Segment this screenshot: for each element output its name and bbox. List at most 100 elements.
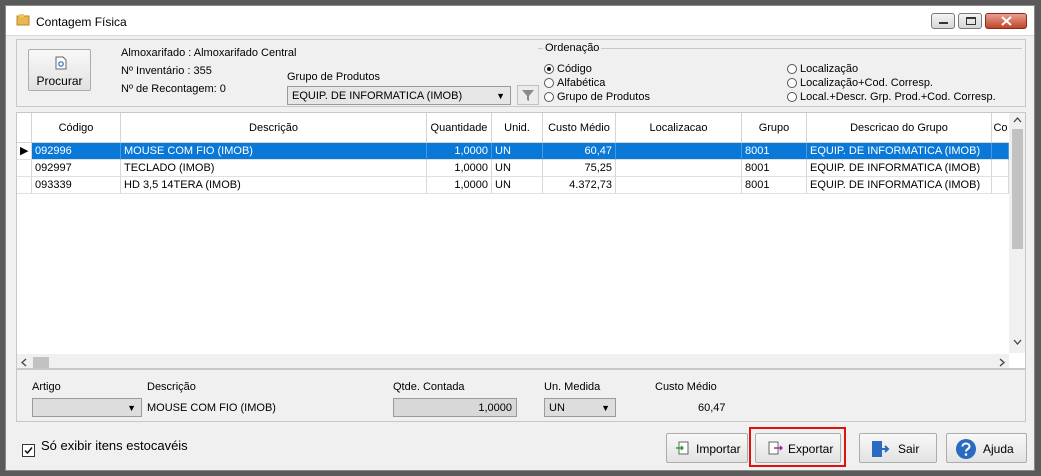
cell-co bbox=[992, 143, 1009, 160]
un-medida-select[interactable]: UN ▼ bbox=[544, 398, 616, 417]
cell-localizacao bbox=[616, 143, 742, 160]
col-unid[interactable]: Unid. bbox=[492, 113, 543, 143]
detail-panel: Artigo ▼ Descrição MOUSE COM FIO (IMOB) … bbox=[16, 368, 1026, 422]
radio-codigo[interactable]: Código bbox=[544, 63, 592, 75]
filter-icon bbox=[522, 90, 534, 101]
cell-quantidade: 1,0000 bbox=[427, 160, 492, 177]
radio-local-descr-label: Local.+Descr. Grp. Prod.+Cod. Corresp. bbox=[800, 91, 996, 103]
importar-label: Importar bbox=[696, 442, 741, 456]
radio-icon bbox=[544, 92, 554, 102]
qtde-contada-value: 1,0000 bbox=[478, 402, 512, 414]
col-grupo[interactable]: Grupo bbox=[742, 113, 807, 143]
inventario-text: Nº Inventário : 355 bbox=[121, 65, 212, 77]
procurar-label: Procurar bbox=[36, 74, 83, 88]
sair-button[interactable]: Sair bbox=[859, 433, 937, 463]
sair-label: Sair bbox=[898, 442, 920, 456]
col-codigo[interactable]: Código bbox=[32, 113, 121, 143]
col-localizacao[interactable]: Localizacao bbox=[616, 113, 742, 143]
qtde-contada-input[interactable]: 1,0000 bbox=[393, 398, 517, 417]
cell-unid: UN bbox=[492, 143, 543, 160]
minimize-icon bbox=[939, 22, 948, 24]
cell-codigo: 092997 bbox=[32, 160, 121, 177]
radio-grupo-label: Grupo de Produtos bbox=[557, 91, 650, 103]
row-indicator-header bbox=[17, 113, 32, 143]
cell-localizacao bbox=[616, 160, 742, 177]
grupo-produtos-label: Grupo de Produtos bbox=[287, 71, 380, 83]
descricao-value: MOUSE COM FIO (IMOB) bbox=[147, 402, 276, 414]
qtde-contada-label: Qtde. Contada bbox=[393, 381, 465, 393]
ajuda-button[interactable]: Ajuda bbox=[946, 433, 1027, 463]
recontagem-text: Nº de Recontagem: 0 bbox=[121, 83, 226, 95]
artigo-select[interactable]: ▼ bbox=[32, 398, 142, 417]
procurar-button[interactable]: Procurar bbox=[28, 49, 91, 91]
current-row-icon: ▶ bbox=[17, 143, 32, 160]
importar-button[interactable]: Importar bbox=[666, 433, 748, 463]
vertical-scrollbar[interactable] bbox=[1009, 113, 1025, 353]
radio-localizacao-label: Localização bbox=[800, 63, 859, 75]
row-indicator bbox=[17, 160, 32, 177]
maximize-icon bbox=[966, 17, 976, 25]
chevron-down-icon: ▼ bbox=[601, 403, 610, 413]
estocaveis-checkbox[interactable] bbox=[22, 444, 35, 457]
table-row[interactable]: 093339 HD 3,5 14TERA (IMOB) 1,0000 UN 4.… bbox=[17, 177, 1009, 194]
table-row[interactable]: 092997 TECLADO (IMOB) 1,0000 UN 75,25 80… bbox=[17, 160, 1009, 177]
radio-alfabetica-label: Alfabética bbox=[557, 77, 606, 89]
cell-unid: UN bbox=[492, 160, 543, 177]
cell-co bbox=[992, 177, 1009, 194]
maximize-button[interactable] bbox=[958, 13, 982, 29]
close-icon bbox=[1001, 16, 1012, 26]
cell-custo: 75,25 bbox=[543, 160, 616, 177]
chevron-down-icon: ▼ bbox=[127, 403, 136, 413]
cell-codigo: 092996 bbox=[32, 143, 121, 160]
minimize-button[interactable] bbox=[931, 13, 955, 29]
custo-medio-label: Custo Médio bbox=[655, 381, 717, 393]
cell-desc-grupo: EQUIP. DE INFORMATICA (IMOB) bbox=[807, 177, 992, 194]
exit-door-icon bbox=[872, 441, 890, 457]
col-descricao-grupo[interactable]: Descricao do Grupo bbox=[807, 113, 992, 143]
un-medida-value: UN bbox=[549, 402, 565, 414]
vertical-scrollbar-graphic bbox=[1012, 117, 1023, 345]
cell-descricao: TECLADO (IMOB) bbox=[121, 160, 427, 177]
radio-localizacao[interactable]: Localização bbox=[787, 63, 858, 75]
close-button[interactable] bbox=[985, 13, 1027, 29]
cell-descricao: HD 3,5 14TERA (IMOB) bbox=[121, 177, 427, 194]
col-co[interactable]: Co bbox=[992, 113, 1009, 143]
col-descricao[interactable]: Descrição bbox=[121, 113, 427, 143]
radio-icon bbox=[544, 78, 554, 88]
cell-grupo: 8001 bbox=[742, 177, 807, 194]
filter-button[interactable] bbox=[517, 85, 539, 105]
radio-grupo-produtos[interactable]: Grupo de Produtos bbox=[544, 91, 650, 103]
cell-grupo: 8001 bbox=[742, 160, 807, 177]
radio-selected-icon bbox=[544, 64, 554, 74]
help-icon bbox=[956, 439, 976, 459]
import-icon bbox=[676, 441, 689, 455]
radio-icon bbox=[787, 64, 797, 74]
col-quantidade[interactable]: Quantidade bbox=[427, 113, 492, 143]
table-row[interactable]: ▶ 092996 MOUSE COM FIO (IMOB) 1,0000 UN … bbox=[17, 143, 1009, 160]
cell-co bbox=[992, 160, 1009, 177]
items-grid[interactable]: Código Descrição Quantidade Unid. Custo … bbox=[16, 112, 1026, 370]
app-folder-icon bbox=[16, 14, 30, 26]
cell-codigo: 093339 bbox=[32, 177, 121, 194]
cell-desc-grupo: EQUIP. DE INFORMATICA (IMOB) bbox=[807, 143, 992, 160]
custo-medio-value: 60,47 bbox=[698, 402, 726, 414]
col-custo-medio[interactable]: Custo Médio bbox=[543, 113, 616, 143]
radio-localizacao-cod[interactable]: Localização+Cod. Corresp. bbox=[787, 77, 933, 89]
cell-localizacao bbox=[616, 177, 742, 194]
cell-custo: 60,47 bbox=[543, 143, 616, 160]
window-title: Contagem Física bbox=[36, 15, 127, 29]
radio-local-descr[interactable]: Local.+Descr. Grp. Prod.+Cod. Corresp. bbox=[787, 91, 996, 103]
grupo-produtos-select[interactable]: EQUIP. DE INFORMATICA (IMOB) ▼ bbox=[287, 86, 511, 105]
contagem-fisica-window: Contagem Física Procurar Almoxarifado : … bbox=[5, 5, 1035, 471]
almoxarifado-text: Almoxarifado : Almoxarifado Central bbox=[121, 47, 297, 59]
cell-grupo: 8001 bbox=[742, 143, 807, 160]
radio-localizacao-cod-label: Localização+Cod. Corresp. bbox=[800, 77, 933, 89]
descricao-label: Descrição bbox=[147, 381, 196, 393]
ajuda-label: Ajuda bbox=[983, 442, 1014, 456]
cell-quantidade: 1,0000 bbox=[427, 177, 492, 194]
un-medida-label: Un. Medida bbox=[544, 381, 601, 393]
radio-icon bbox=[787, 78, 797, 88]
ordenacao-title: Ordenação bbox=[543, 42, 602, 54]
radio-codigo-label: Código bbox=[557, 63, 592, 75]
radio-alfabetica[interactable]: Alfabética bbox=[544, 77, 605, 89]
